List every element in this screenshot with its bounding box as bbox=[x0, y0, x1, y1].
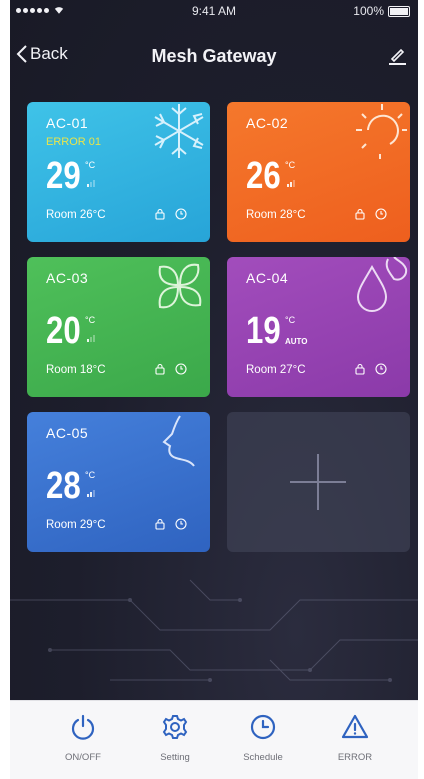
device-card-ac-02[interactable]: AC-02 26 °C Room 28°C bbox=[227, 102, 410, 242]
temperature-unit: °C bbox=[285, 160, 296, 170]
edit-pencil-icon[interactable] bbox=[386, 44, 408, 66]
tab-setting[interactable]: Setting bbox=[135, 713, 215, 763]
temperature-unit: °C bbox=[85, 315, 96, 325]
plus-icon bbox=[290, 454, 346, 510]
clock-icon bbox=[175, 208, 187, 220]
room-temperature: Room 18°C bbox=[46, 364, 106, 376]
set-temperature: 26 bbox=[246, 155, 281, 197]
gear-icon bbox=[162, 715, 188, 739]
temperature-unit: °C bbox=[85, 470, 96, 480]
temperature-unit: °C bbox=[85, 160, 96, 170]
tab-label: Schedule bbox=[243, 752, 283, 763]
signal-bars-icon bbox=[87, 490, 95, 497]
phone-frame: 9:41 AM 100% Back Mesh Gateway AC-01 ERR… bbox=[0, 0, 424, 779]
device-card-ac-01[interactable]: AC-01 ERROR 01 29 °C Room 26°C bbox=[27, 102, 210, 242]
lock-icon bbox=[155, 363, 165, 375]
signal-bars-icon bbox=[87, 335, 95, 342]
device-error-label: ERROR 01 bbox=[46, 136, 102, 148]
battery-percent: 100% bbox=[353, 4, 384, 18]
set-temperature: 28 bbox=[46, 465, 81, 507]
tab-schedule[interactable]: Schedule bbox=[223, 713, 303, 763]
circuit-decoration bbox=[10, 579, 418, 682]
power-icon bbox=[71, 714, 95, 740]
water-drop-icon bbox=[356, 257, 408, 312]
battery-icon bbox=[388, 5, 410, 17]
device-name: AC-02 bbox=[246, 115, 289, 131]
fan-icon bbox=[158, 263, 202, 309]
clock-icon bbox=[375, 208, 387, 220]
device-name: AC-03 bbox=[46, 270, 89, 286]
snowflake-icon bbox=[154, 104, 204, 158]
lock-icon bbox=[355, 363, 365, 375]
temperature-unit: °C bbox=[285, 315, 296, 325]
room-temperature: Room 28°C bbox=[246, 209, 306, 221]
clock-icon bbox=[375, 363, 387, 375]
device-name: AC-01 bbox=[46, 115, 89, 131]
tab-error[interactable]: ERROR bbox=[315, 713, 395, 763]
room-temperature: Room 27°C bbox=[246, 364, 306, 376]
signal-bars-icon bbox=[87, 180, 95, 187]
device-card-ac-05[interactable]: AC-05 28 °C Room 29°C bbox=[27, 412, 210, 552]
room-temperature: Room 26°C bbox=[46, 209, 106, 221]
device-name: AC-05 bbox=[46, 425, 89, 441]
status-bar: 9:41 AM 100% bbox=[10, 0, 418, 22]
add-device-card[interactable] bbox=[227, 412, 410, 552]
clock-icon bbox=[175, 518, 187, 530]
device-name: AC-04 bbox=[246, 270, 289, 286]
mode-label: AUTO bbox=[285, 337, 308, 346]
tab-label: ON/OFF bbox=[65, 752, 101, 763]
navigation-bar: Back Mesh Gateway bbox=[10, 38, 418, 78]
signal-bars-icon bbox=[287, 180, 295, 187]
sun-icon bbox=[356, 104, 407, 159]
tab-on-off[interactable]: ON/OFF bbox=[43, 713, 123, 763]
bottom-tab-bar: ON/OFF Setting Schedule ERROR bbox=[10, 700, 418, 779]
clock-icon bbox=[250, 714, 276, 740]
clock-icon bbox=[175, 363, 187, 375]
face-profile-icon bbox=[162, 415, 195, 467]
tab-label: Setting bbox=[160, 752, 190, 763]
lock-icon bbox=[155, 208, 165, 220]
warning-icon bbox=[341, 714, 369, 739]
set-temperature: 20 bbox=[46, 310, 81, 352]
set-temperature: 29 bbox=[46, 155, 81, 197]
room-temperature: Room 29°C bbox=[46, 519, 106, 531]
battery-indicator: 100% bbox=[353, 4, 410, 18]
tab-label: ERROR bbox=[337, 752, 373, 763]
set-temperature: 19 bbox=[246, 310, 281, 352]
device-card-ac-03[interactable]: AC-03 20 °C Room 18°C bbox=[27, 257, 210, 397]
lock-icon bbox=[155, 518, 165, 530]
device-card-ac-04[interactable]: AC-04 19 °C AUTO Room 27°C bbox=[227, 257, 410, 397]
app-screen: 9:41 AM 100% Back Mesh Gateway AC-01 ERR… bbox=[10, 0, 418, 700]
page-title: Mesh Gateway bbox=[151, 46, 277, 66]
lock-icon bbox=[355, 208, 365, 220]
